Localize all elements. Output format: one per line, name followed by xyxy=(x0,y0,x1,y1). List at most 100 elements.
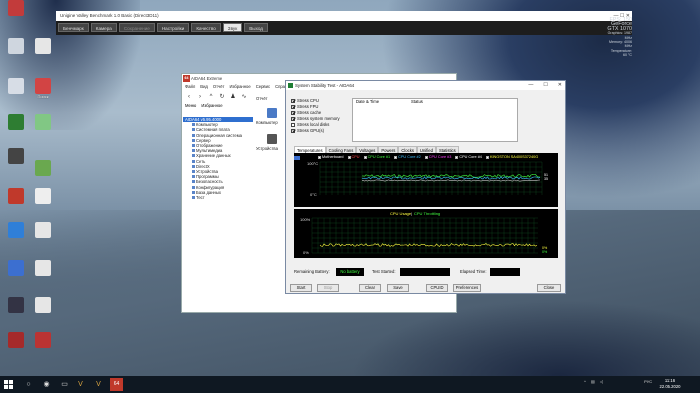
tab-menu[interactable]: Меню xyxy=(185,103,196,111)
desktop-icon[interactable] xyxy=(3,188,29,205)
desktop-icon[interactable] xyxy=(3,297,29,314)
aida64-taskbar-icon[interactable]: 64 xyxy=(110,378,123,391)
refresh-icon[interactable]: ↻ xyxy=(218,93,226,101)
desktop-app-icon xyxy=(8,78,24,94)
unigine-window: Unigine Valley Benchmark 1.0 Basic (Dire… xyxy=(56,11,632,35)
fps-overlay: FPS: 150 GeForce GTX 1070 Graphics: 1987… xyxy=(606,17,632,58)
aida-menu-file[interactable]: Файл xyxy=(185,83,195,91)
menu-settings[interactable]: Настройки xyxy=(156,23,190,32)
browser-icon[interactable]: ◉ xyxy=(40,378,53,391)
stress-option[interactable]: Stress GPU(s) xyxy=(291,128,351,134)
aida-menu-view[interactable]: Вид xyxy=(200,83,208,91)
tree-item[interactable]: Тест xyxy=(183,195,253,200)
checkbox[interactable] xyxy=(291,104,295,109)
desktop-app-icon xyxy=(8,260,24,276)
desktop-app-icon xyxy=(8,0,24,16)
desktop-icon[interactable] xyxy=(30,188,56,205)
aida-report-button[interactable]: Отчёт xyxy=(256,96,268,101)
desktop-icon[interactable] xyxy=(3,114,29,131)
cpu-throttling-value: 0% xyxy=(542,250,548,254)
status-table-header: Date & Time Status xyxy=(353,99,517,105)
checkbox[interactable] xyxy=(291,98,295,103)
cpu-plot: CPU Usage | CPU Throttling 100% 0% 0% 0% xyxy=(300,211,548,255)
up-icon[interactable]: ^ xyxy=(207,93,215,101)
desktop-icon[interactable] xyxy=(30,114,56,131)
clear-button[interactable]: Clear xyxy=(359,284,381,292)
desktop-icon[interactable] xyxy=(3,332,29,349)
menu-sound[interactable]: Звук xyxy=(222,23,243,32)
tray-chevron-icon[interactable]: ^ xyxy=(584,379,586,384)
valley-app-icon[interactable]: V xyxy=(74,378,87,391)
checkbox[interactable] xyxy=(291,116,295,121)
aida-menu-report[interactable]: Отчёт xyxy=(213,83,225,91)
desktop-app-icon xyxy=(35,297,51,313)
elapsed-time-label: Elapsed Time: xyxy=(460,269,487,274)
stress-option-label: Stress CPU xyxy=(297,98,319,103)
aida-category-devices[interactable]: Устройства xyxy=(256,132,288,151)
preferences-button[interactable]: Preferences xyxy=(453,284,481,292)
stress-options: Stress CPU Stress FPU Stress cache Stress s… xyxy=(291,98,351,134)
stop-button[interactable]: Stop xyxy=(317,284,339,292)
devices-label: Устройства xyxy=(256,146,278,151)
desktop-icon[interactable] xyxy=(3,78,29,95)
back-icon[interactable]: ‹ xyxy=(185,93,193,101)
sst-titlebar: System Stability Test - AIDA64 — ☐ ✕ xyxy=(286,81,565,90)
desktop-icon[interactable] xyxy=(3,148,29,165)
desktop-app-icon xyxy=(35,222,51,238)
cpu-usage-graph: CPU Usage | CPU Throttling 100% 0% 0% 0% xyxy=(294,209,558,258)
checkbox[interactable] xyxy=(291,122,295,127)
desktop-icon-label: Поиск xyxy=(37,94,49,99)
menu-exit[interactable]: Выход xyxy=(244,23,268,32)
desktop-icon[interactable] xyxy=(3,260,29,277)
cpuid-button[interactable]: CPUID xyxy=(426,284,448,292)
forward-icon[interactable]: › xyxy=(196,93,204,101)
maximize-icon[interactable]: ☐ xyxy=(543,81,547,90)
desktop-icon[interactable] xyxy=(3,222,29,239)
desktop-icon[interactable] xyxy=(30,38,56,55)
checkbox[interactable] xyxy=(291,128,295,133)
close-button[interactable]: Close xyxy=(537,284,561,292)
stress-option-label: Stress system memory xyxy=(297,116,340,121)
menu-quality[interactable]: Качество xyxy=(191,23,221,32)
desktop-icon[interactable] xyxy=(30,160,56,177)
desktop-icon[interactable] xyxy=(30,222,56,239)
file-explorer-icon[interactable]: ▭ xyxy=(58,378,71,391)
aida-category-computer[interactable]: Компьютер xyxy=(256,106,288,125)
save-button[interactable]: Save xyxy=(387,284,409,292)
valley-window-icon[interactable]: V xyxy=(92,378,105,391)
desktop-icon[interactable] xyxy=(30,332,56,349)
menu-benchmark[interactable]: Бенчмарк xyxy=(58,23,89,32)
cpu-title-separator: | xyxy=(411,211,412,216)
desktop-icon[interactable] xyxy=(30,297,56,314)
stress-option-label: Stress cache xyxy=(297,110,322,115)
clock[interactable]: 11:16 22.05.2020 xyxy=(656,378,684,390)
menu-save[interactable]: Сохранение xyxy=(118,23,155,32)
start-button[interactable]: Start xyxy=(290,284,312,292)
desktop-icon[interactable] xyxy=(30,260,56,277)
network-icon[interactable]: ▤ xyxy=(591,379,595,384)
tab-favorites[interactable]: Избранное xyxy=(201,103,222,111)
volume-icon[interactable]: ◁ xyxy=(600,379,603,384)
chart-icon[interactable]: ∿ xyxy=(240,93,248,101)
aida-menu-service[interactable]: Сервис xyxy=(256,83,270,91)
desktop-icon[interactable]: Поиск xyxy=(30,78,56,100)
user-icon[interactable]: ♟ xyxy=(229,93,237,101)
checkbox[interactable] xyxy=(291,110,295,115)
desktop-icon[interactable] xyxy=(3,0,29,17)
test-started-label: Test Started: xyxy=(372,269,396,274)
language-indicator[interactable]: РУС xyxy=(644,379,652,384)
desktop-icon[interactable] xyxy=(3,38,29,55)
aida-menu-favorites[interactable]: Избранное xyxy=(229,83,250,91)
menu-camera[interactable]: Камера xyxy=(90,23,117,32)
temperature-plot: 100°C 0°C 51 35 xyxy=(307,161,548,197)
desktop-app-icon xyxy=(35,188,51,204)
elapsed-time-value xyxy=(490,268,520,276)
remaining-battery-value: No battery xyxy=(336,268,364,276)
search-icon[interactable]: ○ xyxy=(22,378,35,391)
close-icon[interactable]: ✕ xyxy=(558,81,562,90)
desktop-app-icon xyxy=(8,297,24,313)
col-date-time: Date & Time xyxy=(356,99,380,104)
windows-start-icon[interactable] xyxy=(4,380,13,389)
minimize-icon[interactable]: — xyxy=(528,81,533,90)
stability-test-window: System Stability Test - AIDA64 — ☐ ✕ Str… xyxy=(285,80,566,294)
